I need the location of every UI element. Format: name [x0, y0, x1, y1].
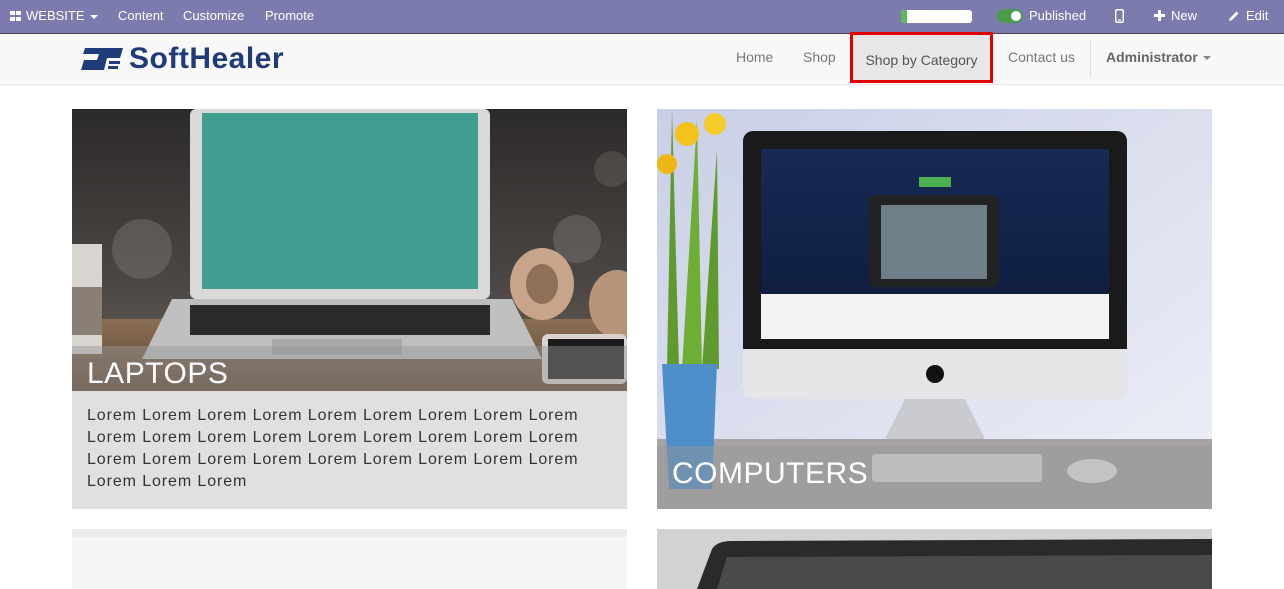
category-photo: [657, 529, 1212, 589]
toggle-switch-icon: [997, 8, 1023, 23]
new-button[interactable]: New: [1154, 0, 1197, 33]
category-title: COMPUTERS: [672, 457, 869, 490]
category-description: Lorem Lorem Lorem Lorem Lorem Lorem Lore…: [87, 407, 579, 490]
nav-contact-us[interactable]: Contact us: [1008, 34, 1075, 84]
published-toggle[interactable]: Published: [997, 0, 1086, 33]
new-label: New: [1171, 8, 1198, 23]
category-card[interactable]: [72, 529, 627, 589]
nav-divider: [1090, 40, 1091, 78]
brand-logo[interactable]: SoftHealer: [79, 44, 289, 74]
category-description-box: Lorem Lorem Lorem Lorem Lorem Lorem Lore…: [72, 391, 627, 509]
nav-home[interactable]: Home: [736, 34, 773, 84]
softhealer-logo-mark-icon: [81, 48, 123, 70]
website-menu[interactable]: WEBSITE: [10, 0, 98, 33]
progress-bar: [901, 10, 972, 23]
mobile-phone-icon: [1115, 8, 1124, 23]
nav-shop-by-category[interactable]: Shop by Category: [850, 32, 993, 83]
website-menu-label: WEBSITE: [26, 8, 85, 23]
category-photo: [72, 529, 627, 589]
customize-menu[interactable]: Customize: [183, 0, 244, 33]
apps-grid-icon: [10, 10, 22, 21]
admin-bar: WEBSITE Content Customize Promote Publis…: [0, 0, 1284, 33]
promote-menu[interactable]: Promote: [265, 0, 314, 33]
site-navbar: SoftHealer Home Shop Shop by Category Co…: [0, 32, 1284, 85]
plus-icon: [1154, 10, 1165, 22]
edit-button[interactable]: Edit: [1228, 0, 1268, 33]
content-menu[interactable]: Content: [118, 0, 164, 33]
nav-shop[interactable]: Shop: [803, 34, 836, 84]
category-card-laptops[interactable]: LAPTOPS Lorem Lorem Lorem Lorem Lorem Lo…: [72, 109, 627, 509]
edit-label: Edit: [1246, 8, 1269, 23]
category-card-computers[interactable]: COMPUTERS: [657, 109, 1212, 509]
caret-down-icon: [1202, 56, 1211, 61]
mobile-preview-button[interactable]: [1115, 0, 1124, 33]
brand-name: SoftHealer: [129, 42, 285, 75]
user-menu[interactable]: Administrator: [1106, 34, 1211, 84]
user-menu-label: Administrator: [1106, 49, 1198, 65]
caret-down-icon: [89, 14, 98, 19]
pencil-icon: [1229, 11, 1239, 21]
category-card[interactable]: [657, 529, 1212, 589]
category-title: LAPTOPS: [87, 357, 229, 390]
published-label: Published: [1029, 8, 1087, 23]
